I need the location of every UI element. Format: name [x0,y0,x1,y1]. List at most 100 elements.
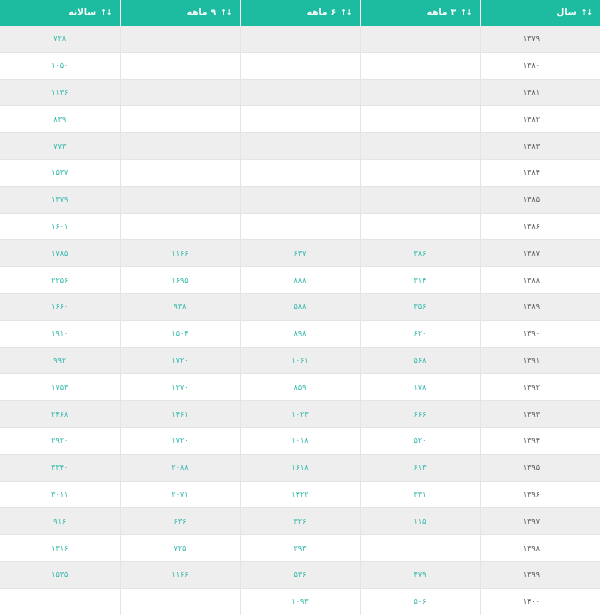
cell-9-month: ۱۱۶۶ [119,239,240,268]
cell-9-month: ۱۵۰۴ [119,320,240,348]
cell-3-month: ۱۷۸ [359,373,480,402]
cell-annual: ۳۳۴۰ [0,454,120,482]
table-row: ۱۳۸۱ ۱۱۳۶ [0,79,600,107]
cell-annual: ۷۲۸ [0,26,120,53]
cell-6-month [239,186,360,214]
table-row: ۱۳۹۸ ۲۹۳ ۷۲۵ ۱۳۱۶ [0,534,600,562]
cell-9-month [119,186,240,214]
column-header-9-month[interactable]: ↓↑۹ ماهه [119,0,240,26]
cell-year: ۱۳۹۷ [479,507,600,536]
column-header-6-month[interactable]: ↓↑۶ ماهه [239,0,360,26]
cell-annual: ۸۳۹ [0,105,120,134]
cell-3-month [359,534,480,562]
cell-6-month [239,213,360,241]
cell-6-month: ۵۳۶ [239,561,360,589]
cell-annual [0,588,120,615]
cell-6-month: ۸۸۸ [239,266,360,294]
cell-6-month: ۱۰۱۸ [239,427,360,455]
cell-year: ۱۳۸۳ [479,132,600,160]
cell-year: ۱۳۹۵ [479,454,600,482]
cell-year: ۱۳۸۲ [479,105,600,134]
cell-year: ۱۴۰۰ [479,588,600,615]
column-header-year[interactable]: ↓↑سال [479,0,600,26]
header-row: ↓↑سال ↓↑۳ ماهه ↓↑۶ ماهه ↓↑۹ ماهه ↓↑سالان… [0,0,600,26]
cell-annual: ۹۹۲ [0,347,120,375]
cell-annual: ۱۷۸۵ [0,239,120,268]
cell-year: ۱۳۹۳ [479,400,600,428]
cell-3-month [359,79,480,107]
cell-3-month: ۵۲۰ [359,427,480,455]
cell-9-month: ۹۳۸ [119,293,240,321]
cell-year: ۱۳۸۵ [479,186,600,214]
cell-6-month [239,159,360,187]
table-row: ۱۳۸۵ ۱۳۷۹ [0,186,600,214]
table-body: ۱۳۷۹ ۷۲۸ ۱۳۸۰ ۱۰۵۰ ۱۳۸۱ ۱۱۳۶ ۱۳۸۲ ۸۳۹ ۱۳۸۳ ۷۷۳ ۱۳۸… [0,26,600,615]
cell-9-month [119,26,240,53]
cell-9-month [119,588,240,615]
cell-6-month [239,26,360,53]
cell-year: ۱۳۹۴ [479,427,600,455]
sort-icon[interactable]: ↓↑ [220,8,232,17]
cell-annual: ۹۱۶ [0,507,120,536]
cell-9-month: ۶۳۶ [119,507,240,536]
column-header-3-month[interactable]: ↓↑۳ ماهه [359,0,480,26]
cell-annual: ۱۶۶۰ [0,293,120,321]
cell-6-month [239,105,360,134]
cell-3-month: ۵۶۸ [359,347,480,375]
cell-6-month [239,52,360,80]
cell-annual: ۱۶۰۱ [0,213,120,241]
table-row: ۱۳۹۴ ۵۲۰ ۱۰۱۸ ۱۷۲۰ ۲۹۲۰ [0,427,600,455]
table-row: ۱۳۸۹ ۳۵۶ ۵۸۸ ۹۳۸ ۱۶۶۰ [0,293,600,321]
cell-6-month: ۱۴۲۲ [239,481,360,509]
cell-year: ۱۳۸۶ [479,213,600,241]
table-row: ۱۳۸۸ ۳۱۴ ۸۸۸ ۱۶۹۵ ۲۲۵۶ [0,266,600,294]
cell-3-month [359,105,480,134]
cell-9-month: ۱۷۲۰ [119,347,240,375]
cell-9-month: ۱۱۶۶ [119,561,240,589]
cell-year: ۱۳۸۱ [479,79,600,107]
cell-3-month: ۳۱۴ [359,266,480,294]
cell-6-month: ۱۰۶۱ [239,347,360,375]
column-header-annual[interactable]: ↓↑سالانه [0,0,120,26]
sort-icon[interactable]: ↓↑ [100,8,112,17]
table-row: ۱۳۹۷ ۱۱۵ ۳۲۶ ۶۳۶ ۹۱۶ [0,507,600,536]
cell-3-month: ۶۶۶ [359,400,480,428]
cell-6-month: ۱۶۱۸ [239,454,360,482]
cell-9-month: ۷۲۵ [119,534,240,562]
cell-6-month: ۶۳۷ [239,239,360,268]
table-row: ۱۳۷۹ ۷۲۸ [0,26,600,53]
cell-9-month [119,159,240,187]
sort-icon[interactable]: ↓↑ [581,8,593,17]
cell-annual: ۲۲۵۶ [0,266,120,294]
cell-3-month: ۴۷۹ [359,561,480,589]
cell-3-month: ۶۱۳ [359,454,480,482]
cell-year: ۱۳۷۹ [479,26,600,53]
cell-annual: ۱۳۷۹ [0,186,120,214]
table-row: ۱۳۸۶ ۱۶۰۱ [0,213,600,241]
cell-9-month: ۲۰۸۸ [119,454,240,482]
cell-6-month: ۲۹۳ [239,534,360,562]
cell-9-month: ۱۶۹۵ [119,266,240,294]
cell-year: ۱۳۹۰ [479,320,600,348]
table-row: ۱۳۸۴ ۱۵۳۷ [0,159,600,187]
sort-icon[interactable]: ↓↑ [460,8,472,17]
cell-3-month: ۳۳۱ [359,481,480,509]
cell-annual: ۱۹۱۰ [0,320,120,348]
cell-6-month [239,132,360,160]
table-row: ۱۳۹۳ ۶۶۶ ۱۰۲۳ ۱۴۶۱ ۲۴۶۸ [0,400,600,428]
cell-year: ۱۳۸۴ [479,159,600,187]
sort-icon[interactable]: ↓↑ [340,8,352,17]
cell-6-month: ۳۲۶ [239,507,360,536]
table-row: ۱۳۹۲ ۱۷۸ ۸۵۹ ۱۲۷۰ ۱۷۵۳ [0,373,600,402]
cell-3-month: ۱۱۵ [359,507,480,536]
cell-9-month: ۱۴۶۱ [119,400,240,428]
cell-3-month [359,159,480,187]
table-row: ۱۳۹۵ ۶۱۳ ۱۶۱۸ ۲۰۸۸ ۳۳۴۰ [0,454,600,482]
data-table: ↓↑سال ↓↑۳ ماهه ↓↑۶ ماهه ↓↑۹ ماهه ↓↑سالان… [0,0,600,615]
cell-3-month [359,213,480,241]
table-row: ۱۳۸۰ ۱۰۵۰ [0,52,600,80]
table-row: ۱۳۹۱ ۵۶۸ ۱۰۶۱ ۱۷۲۰ ۹۹۲ [0,347,600,375]
cell-year: ۱۳۹۸ [479,534,600,562]
cell-3-month: ۵۰۶ [359,588,480,615]
cell-9-month [119,105,240,134]
